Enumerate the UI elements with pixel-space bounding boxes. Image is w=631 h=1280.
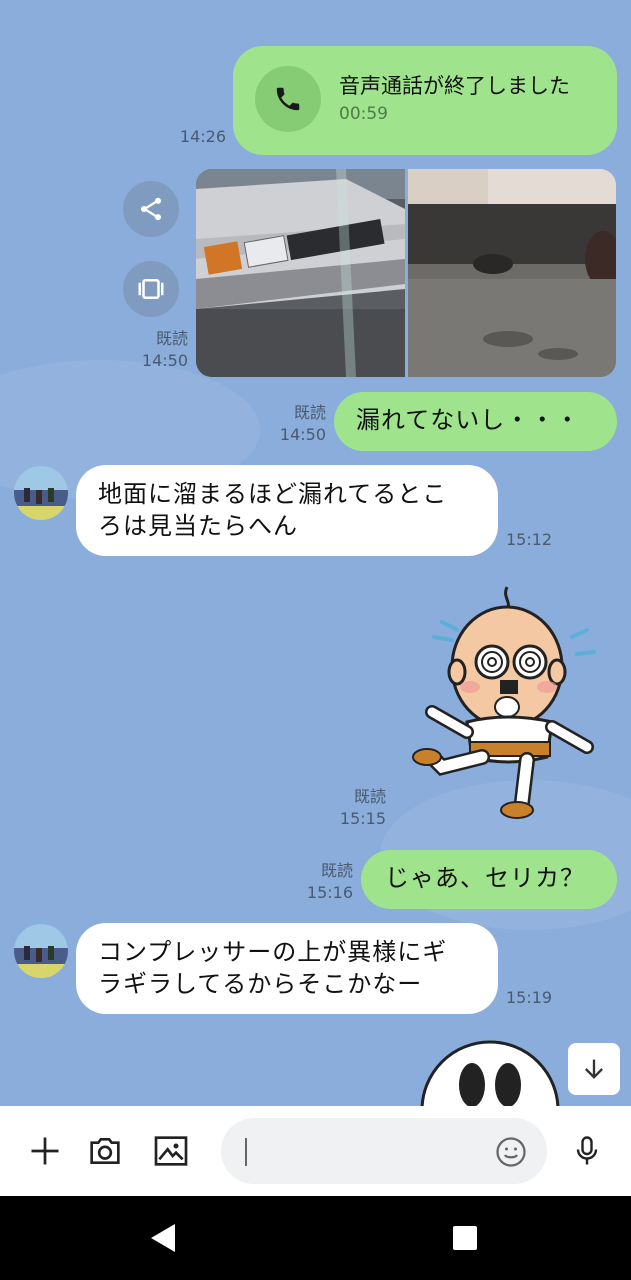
arrow-down-icon (585, 1059, 603, 1079)
sticker-image[interactable] (412, 582, 602, 824)
message-bubble-outgoing[interactable]: じゃあ、セリカ？ (361, 850, 617, 909)
avatar[interactable] (14, 466, 68, 520)
sticker-partial[interactable] (420, 1040, 560, 1106)
photo-divider (405, 169, 408, 377)
message-input[interactable] (221, 1118, 547, 1184)
mic-icon (576, 1136, 598, 1165)
car-underside-photo[interactable] (408, 169, 616, 377)
chat-area[interactable]: 14:26 音声通話が終了しました 00:59 既読 14:50 既読 14:5… (0, 0, 631, 1106)
camera-button[interactable] (82, 1128, 128, 1174)
photos-read: 既読 (155, 329, 188, 348)
system-nav-bar (0, 1196, 631, 1280)
call-title: 音声通話が終了しました (339, 74, 570, 98)
voice-button[interactable] (564, 1128, 610, 1174)
out1-time: 14:50 (279, 425, 326, 444)
in2-time: 15:19 (506, 988, 553, 1007)
image-icon (154, 1136, 188, 1166)
carousel-button[interactable] (123, 261, 179, 317)
text-cursor (245, 1138, 247, 1166)
call-ended-bubble[interactable]: 音声通話が終了しました 00:59 (233, 46, 617, 155)
back-button[interactable] (140, 1218, 186, 1258)
input-bar (0, 1106, 631, 1196)
out1-read: 既読 (293, 403, 326, 422)
out2-time: 15:16 (306, 883, 353, 902)
back-triangle-icon (151, 1224, 175, 1252)
message-text-line: ろは見当たらへん (98, 512, 298, 540)
message-text: じゃあ、セリカ？ (385, 864, 585, 892)
out2-read: 既読 (320, 861, 353, 880)
share-icon (140, 197, 162, 221)
add-button[interactable] (22, 1128, 68, 1174)
message-text-line: ラギラしてるからそこかなー (98, 970, 423, 998)
message-bubble-incoming[interactable]: 地面に溜まるほど漏れてるとこ ろは見当たらへん (76, 465, 498, 556)
phone-icon (255, 66, 321, 132)
message-text: 漏れてないし・・・ (356, 406, 581, 434)
photo-group[interactable] (196, 169, 616, 377)
recents-square-icon (453, 1226, 477, 1250)
scroll-down-button[interactable] (568, 1043, 620, 1095)
in1-time: 15:12 (506, 530, 553, 549)
sticker-time: 15:15 (339, 809, 386, 828)
carousel-icon (138, 279, 164, 299)
image-button[interactable] (148, 1128, 194, 1174)
photos-time: 14:50 (141, 351, 188, 370)
message-bubble-incoming[interactable]: コンプレッサーの上が異様にギ ラギラしてるからそこかなー (76, 923, 498, 1014)
emoji-button[interactable] (491, 1132, 531, 1172)
message-bubble-outgoing[interactable]: 漏れてないし・・・ (334, 392, 617, 451)
avatar[interactable] (14, 924, 68, 978)
recents-button[interactable] (442, 1216, 488, 1260)
message-text-line: コンプレッサーの上が異様にギ (98, 938, 448, 966)
car-front-photo[interactable] (196, 169, 405, 377)
sticker-read: 既読 (353, 787, 386, 806)
message-text-line: 地面に溜まるほど漏れてるとこ (98, 480, 448, 508)
plus-icon (31, 1137, 59, 1165)
smiley-icon (496, 1137, 526, 1167)
share-button[interactable] (123, 181, 179, 237)
call-duration: 00:59 (339, 104, 388, 124)
call-time: 14:26 (179, 127, 226, 146)
camera-icon (90, 1138, 120, 1164)
